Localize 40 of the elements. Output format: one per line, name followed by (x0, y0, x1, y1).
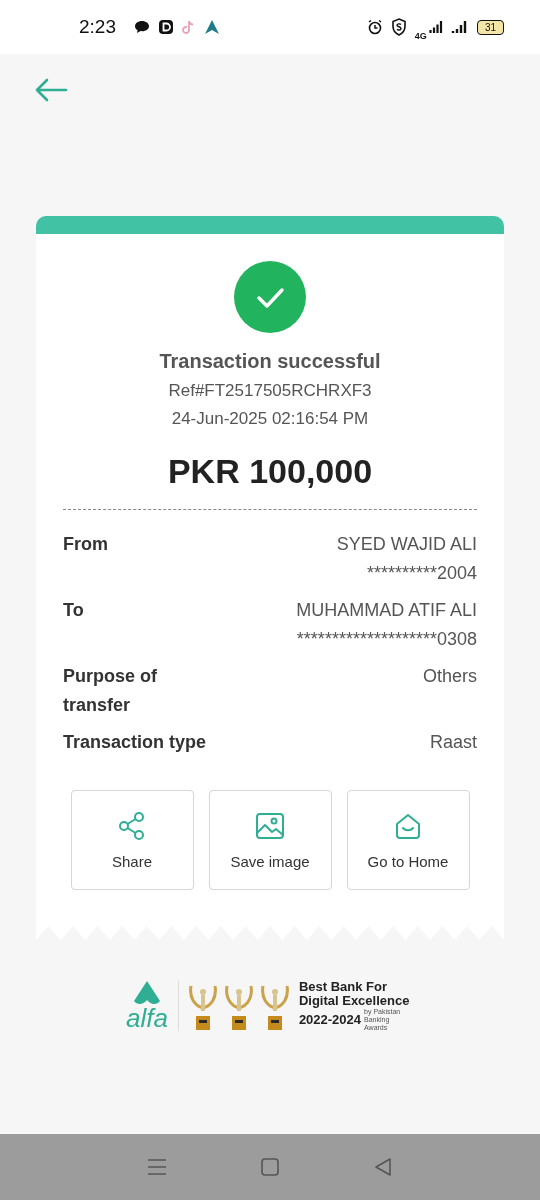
chat-bubble-icon (134, 20, 150, 34)
success-check-icon (234, 261, 306, 333)
alarm-clock-icon (366, 19, 383, 35)
detail-value: MUHAMMAD ATIF ALI (296, 599, 477, 622)
detail-value: Raast (429, 731, 477, 754)
award-subtitle: Digital Excellence (298, 994, 411, 1008)
amount-text: PKR 100,000 (167, 452, 373, 491)
status-title: Transaction successful (159, 350, 381, 373)
share-icon (117, 810, 147, 841)
detail-label: To (63, 599, 85, 622)
detail-value: Others (422, 665, 477, 688)
signal-icon (450, 20, 469, 34)
detail-value: **********2004 (365, 562, 477, 585)
image-button[interactable]: Save image (208, 790, 332, 890)
back-arrow-icon[interactable] (34, 78, 68, 102)
transaction-date: 24-Jun-2025 02:16:54 PM (171, 409, 369, 429)
menu-icon[interactable] (146, 1158, 167, 1176)
logo-mark-icon (133, 981, 160, 1005)
signal-icon (428, 20, 443, 34)
triangle-logo-icon (204, 19, 220, 35)
network-label: 4G (414, 30, 427, 41)
detail-label: From (63, 533, 109, 556)
home-square-icon[interactable] (260, 1157, 280, 1177)
brand-logo: alfa (125, 1005, 168, 1031)
battery-level: 31 (476, 19, 504, 35)
reference-number: Ref#FT2517505RCHRXF3 (168, 381, 372, 401)
music-note-icon (182, 19, 196, 35)
home-button[interactable]: Go to Home (346, 790, 470, 890)
detail-label: Purpose of transfer (63, 665, 158, 717)
shield-icon (390, 18, 407, 36)
detail-value: ********************0308 (296, 628, 477, 651)
app-icon (158, 19, 174, 35)
award-years: 2022-2024 (298, 1013, 362, 1027)
clock-time: 2:23 (79, 16, 116, 38)
award-title: Best Bank For (298, 980, 388, 994)
image-icon (255, 810, 285, 841)
detail-label: Transaction type (63, 731, 208, 754)
share-button[interactable]: Share (70, 790, 194, 890)
back-triangle-icon[interactable] (373, 1157, 394, 1177)
detail-value: SYED WAJID ALI (336, 533, 477, 556)
